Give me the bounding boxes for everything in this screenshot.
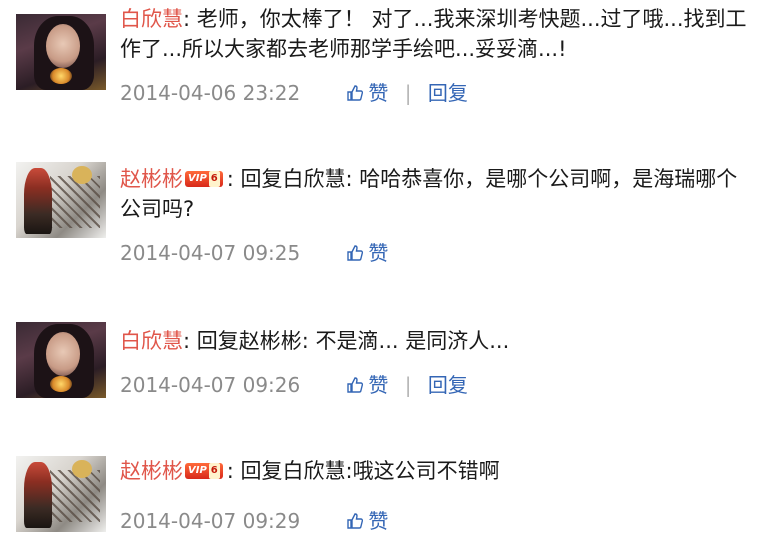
author-name[interactable]: 白欣慧 (120, 7, 183, 31)
avatar-candle-glow (50, 376, 72, 392)
comment-text-line: 白欣慧: 老师，你太棒了！ 对了...我来深圳考快题...过了哦...找到工 (120, 7, 747, 31)
vip-badge[interactable]: VIP 6 (185, 170, 223, 187)
comment-text: 作了...所以大家都去老师那学手绘吧...妥妥滴...! (120, 37, 567, 61)
author-name[interactable]: 赵彬彬 (120, 459, 183, 483)
avatar-tree (24, 462, 52, 528)
avatar-leaf (72, 166, 92, 184)
separator: | (404, 373, 412, 397)
comment-meta: 2014-04-07 09:25 赞 (120, 238, 388, 268)
timestamp: 2014-04-07 09:25 (120, 241, 301, 265)
author-name[interactable]: 赵彬彬 (120, 167, 183, 191)
vip-level: 6 (208, 462, 220, 479)
comment-text: 回复白欣慧:哦这公司不错啊 (240, 459, 500, 483)
thumbs-up-icon (347, 513, 364, 529)
like-button[interactable]: 赞 (346, 78, 388, 108)
like-label: 赞 (368, 81, 389, 105)
vip-label: VIP (188, 464, 207, 476)
like-label: 赞 (368, 509, 389, 533)
vip-label: VIP (188, 172, 207, 184)
separator: | (404, 81, 412, 105)
avatar-candle-glow (50, 68, 72, 84)
thumbs-up-icon (347, 85, 364, 101)
thumbs-up-icon (347, 377, 364, 393)
timestamp: 2014-04-07 09:26 (120, 373, 301, 397)
comment-meta: 2014-04-07 09:29 赞 (120, 506, 388, 536)
vip-badge[interactable]: VIP 6 (185, 462, 223, 479)
timestamp: 2014-04-06 23:22 (120, 81, 301, 105)
reply-button[interactable]: 回复 (428, 78, 468, 108)
like-label: 赞 (368, 241, 389, 265)
avatar[interactable] (16, 14, 106, 90)
timestamp: 2014-04-07 09:29 (120, 509, 301, 533)
thumbs-up-icon (347, 245, 364, 261)
avatar[interactable] (16, 162, 106, 238)
avatar-face (46, 24, 80, 68)
comment-text: 老师，你太棒了！ 对了...我来深圳考快题...过了哦...找到工 (196, 7, 747, 31)
avatar-tree (24, 168, 52, 234)
comment-text: 回复赵彬彬: 不是滴... 是同济人... (196, 329, 510, 353)
avatar-leaf (72, 460, 92, 478)
comment-text-line: 作了...所以大家都去老师那学手绘吧...妥妥滴...! (120, 34, 567, 64)
avatar[interactable] (16, 456, 106, 532)
like-button[interactable]: 赞 (346, 370, 388, 400)
avatar-face (46, 332, 80, 376)
like-label: 赞 (368, 373, 389, 397)
avatar-branches (50, 176, 100, 228)
comment-meta: 2014-04-06 23:22 赞 | 回复 (120, 78, 468, 108)
comment-text-line: 白欣慧: 回复赵彬彬: 不是滴... 是同济人... (120, 329, 510, 353)
comment-text-line: 赵彬彬 VIP 6: 回复白欣慧: 哈哈恭喜你，是哪个公司啊，是海瑞哪个 (120, 167, 738, 191)
comment-text-line: 赵彬彬 VIP 6: 回复白欣慧:哦这公司不错啊 (120, 459, 500, 483)
comment-text: 公司吗? (120, 197, 195, 221)
comment-meta: 2014-04-07 09:26 赞 | 回复 (120, 370, 468, 400)
comment-text: 回复白欣慧: 哈哈恭喜你，是哪个公司啊，是海瑞哪个 (240, 167, 738, 191)
avatar-branches (50, 470, 100, 522)
author-name[interactable]: 白欣慧 (120, 329, 183, 353)
vip-level: 6 (208, 170, 220, 187)
avatar[interactable] (16, 322, 106, 398)
reply-button[interactable]: 回复 (428, 370, 468, 400)
comment-text-line: 公司吗? (120, 194, 194, 224)
like-button[interactable]: 赞 (346, 506, 388, 536)
like-button[interactable]: 赞 (346, 238, 388, 268)
